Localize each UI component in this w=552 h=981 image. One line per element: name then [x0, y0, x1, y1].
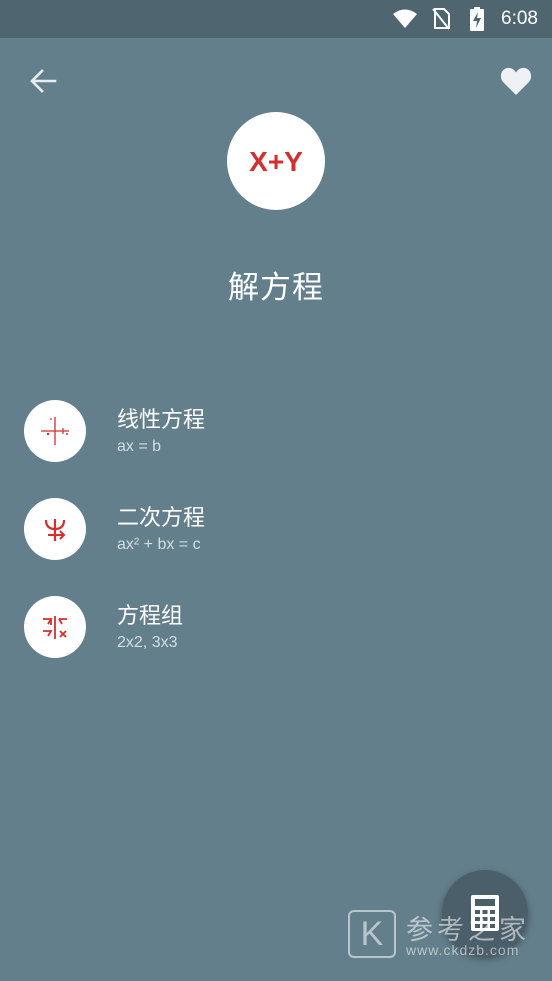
status-time: 6:08	[501, 8, 538, 29]
x-plus-y-icon: X+Y	[249, 146, 303, 177]
list-item-quadratic-equation[interactable]: 二次方程 ax² + bx = c	[0, 490, 552, 588]
list-item-system-of-equations[interactable]: 方程组 2x2, 3x3	[0, 588, 552, 686]
item-title: 线性方程	[117, 408, 206, 433]
arrow-left-icon	[30, 69, 57, 93]
watermark: K 参考之家 www.ckdzb.com	[346, 906, 546, 962]
item-subtitle: ax = b	[117, 438, 162, 455]
item-title: 二次方程	[117, 506, 206, 531]
favorite-button[interactable]	[498, 64, 534, 98]
solve-equation-screen: 6:08 X+Y 解方程 线性方程 ax = b 二次方程 ax² + bx =…	[0, 0, 552, 981]
back-button[interactable]	[26, 64, 60, 98]
equation-type-list: 线性方程 ax = b 二次方程 ax² + bx = c 方程组 2x2, 3…	[0, 392, 552, 686]
page-title: 解方程	[228, 270, 324, 306]
svg-text:X+Y: X+Y	[249, 146, 303, 177]
quadratic-icon	[24, 498, 86, 560]
linear-graph-icon	[24, 400, 86, 462]
battery-charging-icon	[465, 7, 489, 31]
app-logo: X+Y	[227, 112, 325, 210]
item-subtitle: 2x2, 3x3	[117, 634, 178, 651]
item-subtitle: ax² + bx = c	[117, 536, 201, 553]
wifi-icon	[393, 7, 418, 31]
item-title: 方程组	[117, 604, 184, 629]
list-item-linear-equation[interactable]: 线性方程 ax = b	[0, 392, 552, 490]
watermark-logo: K	[348, 910, 396, 958]
watermark-url: www.ckdzb.com	[406, 942, 520, 958]
equation-system-icon	[24, 596, 86, 658]
heart-icon	[500, 67, 532, 95]
no-sim-icon	[429, 7, 453, 31]
status-bar: 6:08	[0, 0, 552, 38]
